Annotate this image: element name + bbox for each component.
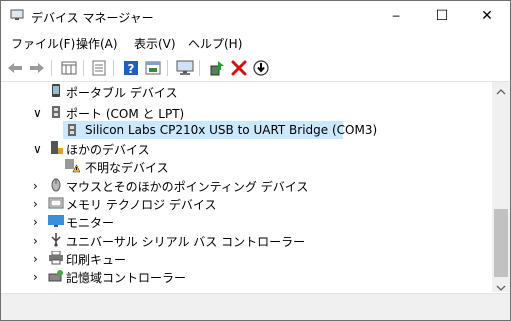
list-view-button[interactable] xyxy=(89,58,109,78)
device-tree: ポータブル デバイス ∨ ポート (COM と LPT) Silicon Lab… xyxy=(1,82,492,292)
minimize-icon: ─ xyxy=(392,9,400,23)
memory-device-icon xyxy=(48,196,64,210)
help-icon: ? xyxy=(124,61,138,76)
forward-arrow-icon xyxy=(30,63,44,73)
port-icon xyxy=(64,123,80,137)
portable-device-icon xyxy=(48,84,64,98)
tree-row-other-devices[interactable]: ∨ ほかのデバイス xyxy=(1,139,492,157)
tree-item-label: メモリ テクノロジ デバイス xyxy=(66,198,217,212)
chevron-right-icon[interactable]: › xyxy=(33,234,43,248)
tree-item-label: モニター xyxy=(66,216,115,230)
tree-item-label: ユニバーサル シリアル バス コントローラー xyxy=(66,235,306,249)
tree-row-ports[interactable]: ∨ ポート (COM と LPT) xyxy=(1,103,492,121)
tree-item-label: ポータブル デバイス xyxy=(66,86,178,100)
toolbar-separator xyxy=(199,60,200,76)
tree-row-memory-tech[interactable]: › メモリ テクノロジ デバイス xyxy=(1,194,492,212)
tree-row-mice[interactable]: › マウスとそのほかのポインティング デバイス xyxy=(1,176,492,194)
tree-item-label: 記憶域コントローラー xyxy=(66,271,187,285)
tree-item-label: ほかのデバイス xyxy=(66,143,150,157)
tree-row-cp210x[interactable]: Silicon Labs CP210x USB to UART Bridge (… xyxy=(1,121,492,139)
chevron-down-icon[interactable]: ∨ xyxy=(33,142,43,156)
uninstall-button[interactable] xyxy=(229,58,249,78)
tree-row-portable-devices[interactable]: ポータブル デバイス xyxy=(1,82,492,100)
tree-item-label: マウスとそのほかのポインティング デバイス xyxy=(66,180,309,194)
download-button[interactable] xyxy=(251,58,271,78)
device-manager-app-icon xyxy=(10,9,24,21)
chevron-right-icon[interactable]: › xyxy=(33,179,43,193)
list-view-icon xyxy=(92,60,106,76)
usb-icon xyxy=(48,233,64,247)
tree-item-label: Silicon Labs CP210x USB to UART Bridge (… xyxy=(85,123,378,137)
menu-bar: ファイル(F) 操作(A) 表示(V) ヘルプ(H) xyxy=(1,32,510,52)
port-icon xyxy=(48,105,64,119)
tree-row-print-queue[interactable]: › 印刷キュー xyxy=(1,249,492,267)
toolbar-separator xyxy=(51,60,52,76)
chevron-right-icon[interactable]: › xyxy=(33,270,43,284)
unknown-device-category-icon xyxy=(48,141,64,155)
tree-item-label: 印刷キュー xyxy=(66,253,127,267)
update-driver-icon xyxy=(210,61,224,76)
toolbar-separator xyxy=(113,60,114,76)
action-button[interactable] xyxy=(143,58,163,78)
help-button[interactable]: ? xyxy=(121,58,141,78)
title-bar[interactable]: デバイス マネージャー ─ ☐ ✕ xyxy=(1,1,510,31)
monitor-icon xyxy=(48,214,64,228)
update-driver-button[interactable] xyxy=(207,58,227,78)
menu-view[interactable]: 表示(V) xyxy=(134,35,176,52)
chevron-right-icon[interactable]: › xyxy=(33,252,43,266)
device-manager-window: デバイス マネージャー ─ ☐ ✕ ファイル(F) 操作(A) 表示(V) ヘル… xyxy=(0,0,511,321)
menu-action[interactable]: 操作(A) xyxy=(76,35,118,52)
tree-item-label: ポート (COM と LPT) xyxy=(66,107,185,121)
action-icon xyxy=(145,61,161,75)
maximize-icon: ☐ xyxy=(435,8,449,24)
toolbar-separator xyxy=(83,60,84,76)
warning-device-icon xyxy=(64,159,81,173)
chevron-right-icon[interactable]: › xyxy=(33,215,43,229)
storage-controller-icon xyxy=(48,269,64,283)
back-button[interactable] xyxy=(5,58,25,78)
back-arrow-icon xyxy=(8,63,22,73)
svg-text:?: ? xyxy=(128,62,135,76)
scroll-up-arrow-icon[interactable] xyxy=(496,85,506,95)
tree-item-label: 不明なデバイス xyxy=(85,161,169,175)
toolbar-separator xyxy=(167,60,168,76)
chevron-right-icon[interactable]: › xyxy=(33,197,43,211)
tree-row-unknown-device[interactable]: 不明なデバイス xyxy=(1,157,492,175)
scan-hardware-button[interactable] xyxy=(175,58,195,78)
minimize-button[interactable]: ─ xyxy=(373,1,419,31)
window-title: デバイス マネージャー xyxy=(31,11,154,25)
tree-row-monitors[interactable]: › モニター xyxy=(1,212,492,230)
toolbar: ? xyxy=(1,55,510,82)
tree-row-storage-controllers[interactable]: › 記憶域コントローラー xyxy=(1,267,492,285)
vertical-scrollbar[interactable] xyxy=(492,82,510,292)
chevron-down-icon[interactable]: ∨ xyxy=(33,106,43,120)
printer-icon xyxy=(48,250,64,265)
scroll-down-arrow-icon[interactable] xyxy=(496,281,506,291)
properties-grid-icon xyxy=(61,61,77,75)
tree-row-usb[interactable]: › ユニバーサル シリアル バス コントローラー xyxy=(1,231,492,249)
download-icon xyxy=(253,60,269,76)
maximize-button[interactable]: ☐ xyxy=(419,1,465,31)
close-icon: ✕ xyxy=(481,8,493,24)
status-bar xyxy=(1,293,510,320)
monitor-icon xyxy=(176,60,194,75)
uninstall-x-icon xyxy=(231,60,247,76)
scrollbar-thumb[interactable] xyxy=(494,209,508,277)
menu-help[interactable]: ヘルプ(H) xyxy=(188,35,242,52)
mouse-icon xyxy=(48,178,64,192)
properties-view-button[interactable] xyxy=(59,58,79,78)
menu-file[interactable]: ファイル(F) xyxy=(11,35,75,52)
forward-button[interactable] xyxy=(27,58,47,78)
close-button[interactable]: ✕ xyxy=(464,1,510,31)
